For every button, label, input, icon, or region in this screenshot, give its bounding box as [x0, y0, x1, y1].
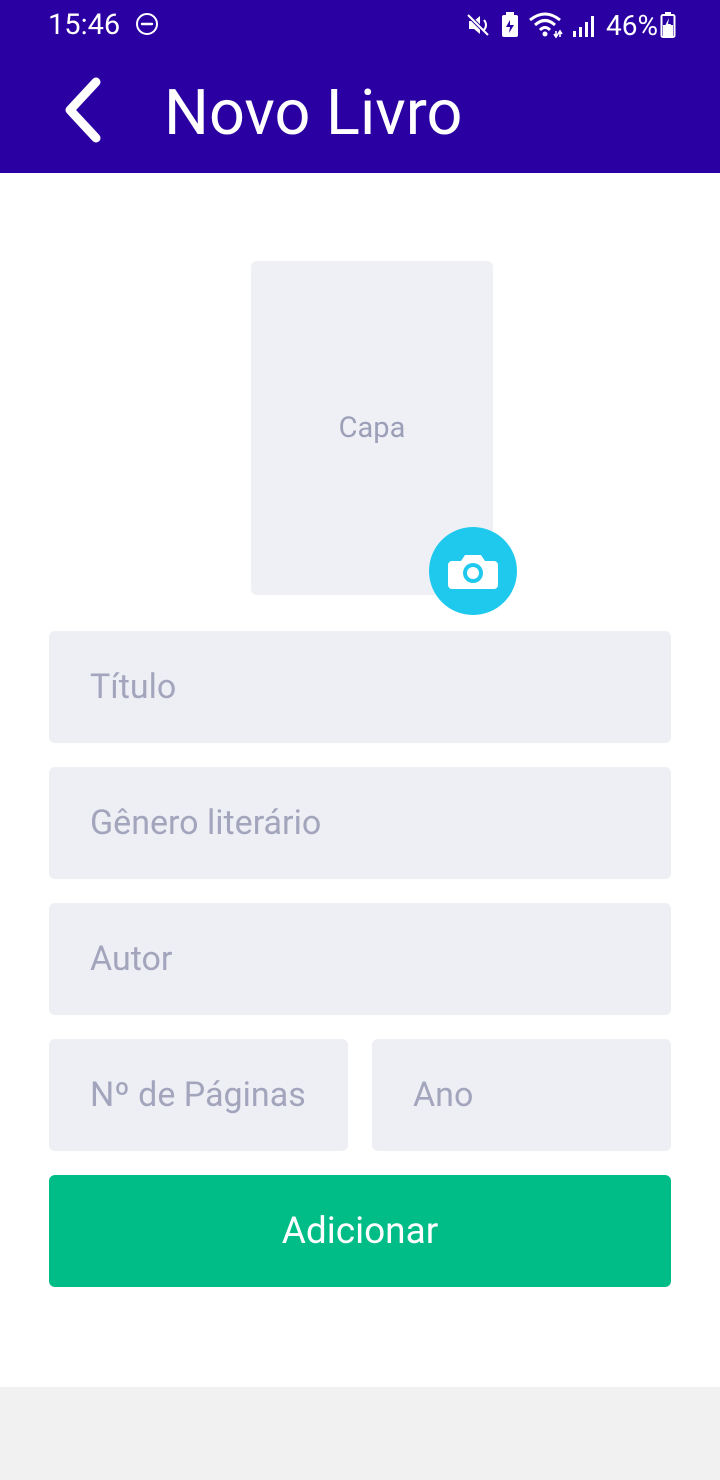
title-placeholder: Título	[90, 667, 177, 707]
page-title: Novo Livro	[164, 77, 463, 150]
author-field[interactable]: Autor	[49, 903, 671, 1015]
do-not-disturb-icon	[136, 13, 158, 35]
mute-icon	[466, 13, 490, 37]
year-placeholder: Ano	[413, 1075, 474, 1115]
pages-placeholder: Nº de Páginas	[90, 1075, 306, 1115]
wifi-icon	[529, 12, 563, 39]
app-bar: 15:46 46% Novo Livro	[0, 0, 720, 173]
title-field[interactable]: Título	[49, 631, 671, 743]
chevron-left-icon	[65, 77, 101, 143]
signal-icon	[573, 16, 595, 37]
bottom-navigation-area	[0, 1387, 720, 1480]
battery-icon	[660, 12, 676, 38]
battery-saver-icon	[502, 12, 519, 37]
add-button-label: Adicionar	[281, 1209, 439, 1253]
back-button[interactable]	[52, 72, 112, 148]
camera-button[interactable]	[429, 527, 517, 615]
author-placeholder: Autor	[90, 939, 173, 979]
pages-field[interactable]: Nº de Páginas	[49, 1039, 348, 1151]
genre-placeholder: Gênero literário	[90, 803, 322, 843]
status-icons: 46%	[458, 8, 676, 42]
genre-field[interactable]: Gênero literário	[49, 767, 671, 879]
camera-icon	[448, 555, 498, 589]
status-time: 15:46	[48, 8, 121, 42]
cover-label: Capa	[338, 411, 406, 445]
year-field[interactable]: Ano	[372, 1039, 671, 1151]
battery-percent: 46%	[606, 8, 658, 42]
add-button[interactable]: Adicionar	[49, 1175, 671, 1287]
